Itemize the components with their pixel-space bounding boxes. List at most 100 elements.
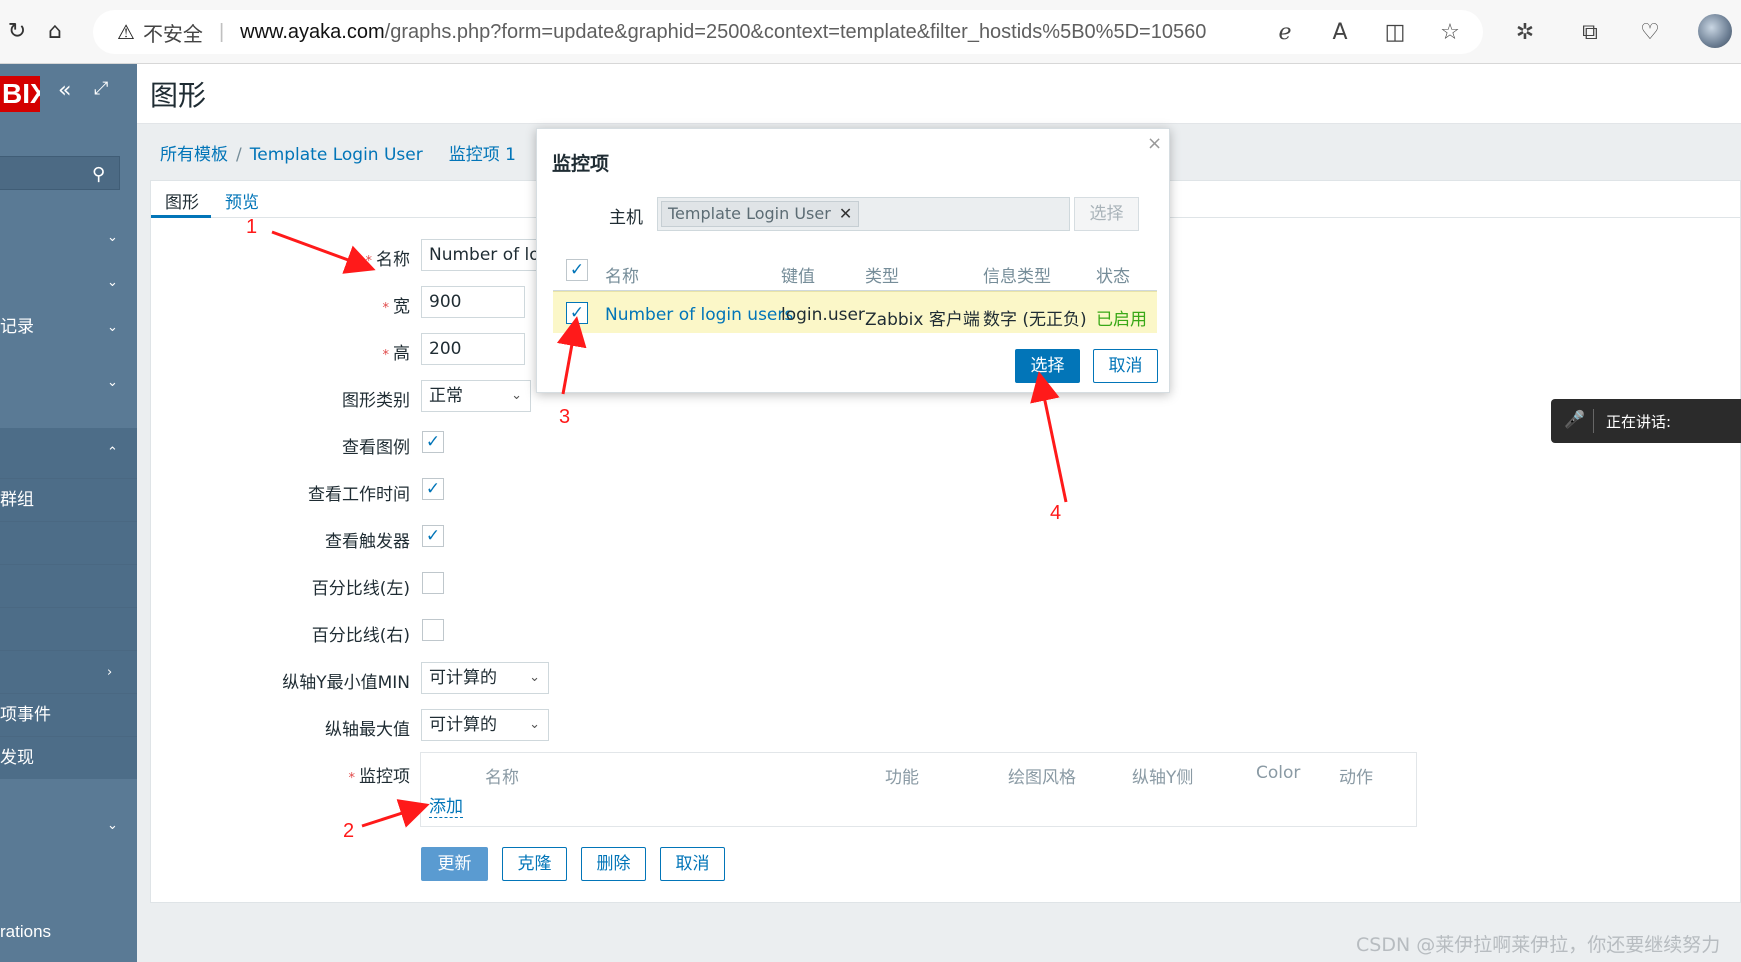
host-select-button: 选择 <box>1074 197 1139 231</box>
show-legend-label: 查看图例 <box>342 438 410 458</box>
ymax-select[interactable]: 可计算的 ⌄ <box>421 709 549 741</box>
cancel-button[interactable]: 取消 <box>660 847 725 881</box>
breadcrumb-items[interactable]: 监控项 1 <box>449 145 516 165</box>
page-title: 图形 <box>150 79 207 112</box>
col-header-info-type: 信息类型 <box>983 267 1051 287</box>
col-header-name: 名称 <box>605 267 639 287</box>
sidebar-item[interactable]: ⌄ <box>0 804 137 847</box>
clone-button[interactable]: 克隆 <box>502 847 567 881</box>
chevron-down-icon: ⌄ <box>107 230 118 245</box>
chevron-down-icon: ⌄ <box>529 717 540 732</box>
item-key: login.user <box>781 305 865 325</box>
voice-divider <box>1593 409 1594 433</box>
chevron-down-icon: ⌄ <box>107 275 118 290</box>
breadcrumb-template[interactable]: Template Login User <box>250 145 423 165</box>
kiosk-mode-icon[interactable]: ⤢ <box>94 78 108 99</box>
refresh-icon[interactable]: ↻ <box>0 14 34 48</box>
show-triggers-checkbox[interactable]: ✓ <box>422 525 444 547</box>
update-button[interactable]: 更新 <box>421 847 488 881</box>
percentile-right-checkbox[interactable] <box>422 619 444 641</box>
tab-preview[interactable]: 预览 <box>225 188 259 213</box>
close-icon[interactable]: × <box>1147 133 1162 154</box>
annotation-label-3: 3 <box>559 406 571 428</box>
host-chip: Template Login User ✕ <box>661 201 860 227</box>
col-header-key: 键值 <box>781 267 815 287</box>
collapse-sidebar-icon[interactable]: « <box>58 78 71 103</box>
zabbix-logo: BIX <box>0 76 40 112</box>
percentile-left-label: 百分比线(左) <box>311 579 410 599</box>
sidebar-subitem-groups[interactable]: 群组 <box>0 478 137 521</box>
breadcrumb-all-templates[interactable]: 所有模板 <box>160 145 228 165</box>
item-select-dialog: 监控项 × 主机 Template Login User ✕ 选择 ✓ 名称 键值… <box>536 128 1170 393</box>
chevron-right-icon: › <box>107 665 113 680</box>
items-header-color: Color <box>1256 763 1301 783</box>
browser-toolbar: ↻ ⌂ ⚠ 不安全 | www.ayaka.com/graphs.php?for… <box>0 0 1741 64</box>
browser-essentials-icon[interactable]: ♡ <box>1635 17 1665 47</box>
mic-muted-icon: 🎤 <box>1564 410 1586 430</box>
sidebar-subitem[interactable] <box>0 564 137 607</box>
item-info-type: 数字 (无正负) <box>983 310 1087 330</box>
read-aloud-icon[interactable]: A <box>1325 17 1355 47</box>
extensions-icon[interactable]: ✲ <box>1510 17 1540 47</box>
sidebar-item-records[interactable]: 记录 ⌄ <box>0 306 137 349</box>
dialog-select-button[interactable]: 选择 <box>1015 349 1080 383</box>
graph-type-select[interactable]: 正常 ⌄ <box>421 380 531 412</box>
chevron-down-icon: ⌄ <box>107 818 118 833</box>
sidebar-item-configuration[interactable]: ⌃ <box>0 428 137 478</box>
chevron-down-icon: ⌄ <box>107 375 118 390</box>
items-header-draw-style: 绘图风格 <box>1008 768 1076 788</box>
sidebar-subitem-discovery[interactable]: 发现 <box>0 736 137 779</box>
items-header-function: 功能 <box>885 768 919 788</box>
sidebar-subitem[interactable] <box>0 607 137 650</box>
sidebar-subitem[interactable]: › <box>0 650 137 693</box>
profile-avatar[interactable] <box>1698 14 1732 48</box>
delete-button[interactable]: 删除 <box>581 847 646 881</box>
graph-type-label: 图形类别 <box>342 391 410 411</box>
url-host: www.ayaka.com <box>240 20 385 43</box>
height-field[interactable]: 200 <box>421 333 525 365</box>
item-type: Zabbix 客户端 <box>865 310 980 330</box>
col-header-status: 状态 <box>1096 267 1130 287</box>
dialog-cancel-button[interactable]: 取消 <box>1093 349 1158 383</box>
collections-icon[interactable]: ⧉ <box>1575 17 1605 47</box>
sidebar-item[interactable]: ⌄ <box>0 216 137 259</box>
width-field[interactable]: 900 <box>421 286 525 318</box>
name-field[interactable]: Number of login <box>421 239 541 271</box>
percentile-left-checkbox[interactable] <box>422 572 444 594</box>
col-header-type: 类型 <box>865 267 899 287</box>
ymin-select[interactable]: 可计算的 ⌄ <box>421 662 549 694</box>
show-work-time-checkbox[interactable]: ✓ <box>422 478 444 500</box>
item-name-link[interactable]: Number of login users <box>605 305 793 325</box>
search-icon[interactable]: ⚲ <box>92 164 105 185</box>
ymax-label: 纵轴最大值 <box>325 720 410 740</box>
url-path: /graphs.php?form=update&graphid=2500&con… <box>384 20 1207 43</box>
sidebar-item[interactable]: ⌄ <box>0 361 137 404</box>
active-tab-indicator <box>151 215 211 218</box>
home-icon[interactable]: ⌂ <box>38 14 72 48</box>
favorite-star-icon[interactable]: ☆ <box>1435 17 1465 47</box>
annotation-label-2: 2 <box>343 820 355 842</box>
sidebar-item[interactable]: ⌄ <box>0 261 137 304</box>
row-checkbox[interactable]: ✓ <box>566 302 588 324</box>
tab-graph[interactable]: 图形 <box>165 188 199 213</box>
remove-chip-icon[interactable]: ✕ <box>839 204 852 223</box>
sidebar-subitem-events[interactable]: 项事件 <box>0 693 137 736</box>
voice-widget[interactable]: 🎤 正在讲话: <box>1551 399 1741 443</box>
add-item-link[interactable]: 添加 <box>429 792 463 818</box>
chevron-down-icon: ⌄ <box>107 320 118 335</box>
percentile-right-label: 百分比线(右) <box>311 626 410 646</box>
split-screen-icon[interactable]: ◫ <box>1380 17 1410 47</box>
items-label: * 监控项 <box>348 767 411 787</box>
show-work-time-label: 查看工作时间 <box>308 485 410 505</box>
show-legend-checkbox[interactable]: ✓ <box>422 431 444 453</box>
address-divider: | <box>218 20 225 43</box>
sidebar-subitem[interactable] <box>0 521 137 564</box>
width-label: * 宽 <box>382 297 411 317</box>
items-header-name: 名称 <box>485 768 519 788</box>
items-header-y-axis-side: 纵轴Y侧 <box>1132 768 1194 788</box>
ie-mode-icon[interactable]: ℯ <box>1270 17 1300 47</box>
sidebar-item-integrations[interactable]: rations <box>0 910 137 953</box>
name-label: * 名称 <box>365 250 411 270</box>
select-all-checkbox[interactable]: ✓ <box>566 259 588 281</box>
page-header <box>137 64 1741 124</box>
